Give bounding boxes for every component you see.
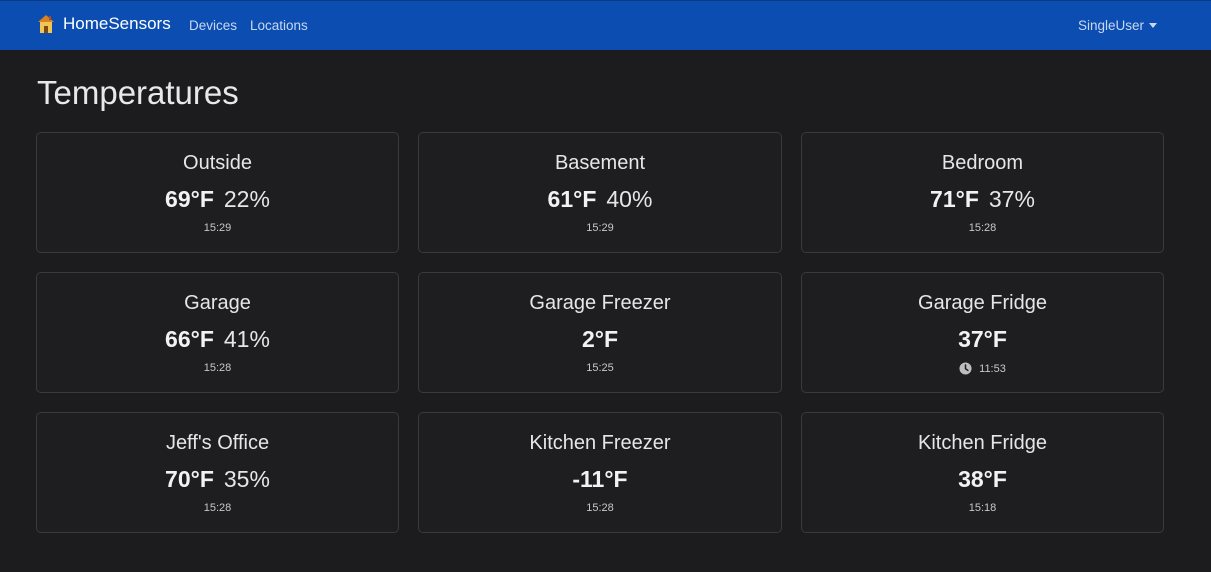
- user-menu-dropdown[interactable]: SingleUser: [1078, 18, 1157, 33]
- sensor-card-garage-freezer[interactable]: Garage Freezer 2°F 15:25: [418, 272, 782, 393]
- house-icon: [38, 15, 54, 33]
- page-title: Temperatures: [37, 74, 239, 111]
- temperature-value: -11°F: [572, 466, 628, 492]
- sensor-reading: 66°F 41%: [37, 325, 398, 353]
- last-updated-time: 15:28: [586, 502, 614, 514]
- sensor-card-outside[interactable]: Outside 69°F 22% 15:29: [36, 132, 399, 253]
- last-updated-time: 15:28: [204, 362, 232, 374]
- last-updated-time: 15:29: [204, 222, 232, 234]
- humidity-value: 22%: [223, 186, 270, 212]
- sensor-grid: Outside 69°F 22% 15:29 Basement 61°F 40% 1…: [36, 132, 1164, 533]
- humidity-value: 37%: [988, 186, 1035, 212]
- sensor-name: Outside: [183, 152, 252, 174]
- last-updated-time: 15:28: [969, 222, 997, 234]
- sensor-reading: 70°F 35%: [37, 465, 398, 493]
- sensor-name: Kitchen Fridge: [918, 432, 1047, 454]
- sensor-name: Garage Fridge: [918, 292, 1047, 314]
- temperature-value: 66°F: [165, 326, 214, 352]
- humidity-value: 35%: [223, 466, 270, 492]
- last-updated-time: 15:18: [969, 502, 997, 514]
- sensor-name: Basement: [554, 152, 646, 174]
- humidity-value: 40%: [606, 186, 653, 212]
- temperature-value: 71°F: [930, 186, 979, 212]
- temperature-value: 38°F: [958, 466, 1007, 492]
- sensor-reading: 2°F: [419, 325, 781, 353]
- sensor-name: Kitchen Freezer: [529, 432, 671, 454]
- brand-label: HomeSensors: [63, 14, 171, 33]
- sensor-name: Garage Freezer: [529, 292, 671, 314]
- temperature-value: 2°F: [581, 326, 619, 352]
- sensor-name: Bedroom: [941, 152, 1024, 174]
- brand-link[interactable]: HomeSensors: [37, 14, 171, 34]
- time-label: 15:18: [968, 502, 997, 514]
- sensor-name: Garage: [184, 292, 251, 314]
- nav-link-locations[interactable]: Locations: [250, 18, 308, 33]
- temperature-value: 70°F: [165, 466, 214, 492]
- time-label: 15:25: [586, 362, 614, 374]
- time-label: 15:28: [203, 502, 232, 514]
- user-menu-label: SingleUser: [1077, 18, 1144, 33]
- sensor-reading: 69°F 22%: [37, 185, 398, 213]
- sensor-reading: 38°F: [802, 465, 1163, 493]
- last-updated-time: 15:29: [586, 222, 614, 234]
- sensor-card-garage[interactable]: Garage 66°F 41% 15:28: [36, 272, 399, 393]
- sensor-reading: 37°F: [802, 325, 1163, 353]
- nav-link-devices[interactable]: Devices: [189, 18, 237, 33]
- time-label: 15:29: [203, 222, 232, 234]
- sensor-reading: 61°F 40%: [419, 185, 781, 213]
- time-label: 15:29: [586, 222, 614, 234]
- temperature-value: 37°F: [958, 326, 1007, 352]
- sensor-reading: -11°F: [419, 465, 781, 493]
- top-navbar: HomeSensors Devices Locations SingleUser: [0, 0, 1211, 50]
- last-updated-time: 11:53: [959, 362, 1006, 375]
- sensor-card-jeffs-office[interactable]: Jeff's Office 70°F 35% 15:28: [36, 412, 399, 533]
- temperature-value: 61°F: [547, 186, 597, 212]
- clock-icon: [959, 362, 972, 375]
- caret-down-icon: [1149, 23, 1157, 28]
- temperature-value: 69°F: [165, 186, 214, 212]
- sensor-card-kitchen-freezer[interactable]: Kitchen Freezer -11°F 15:28: [418, 412, 782, 533]
- sensor-card-kitchen-fridge[interactable]: Kitchen Fridge 38°F 15:18: [801, 412, 1164, 533]
- humidity-value: 41%: [223, 326, 270, 352]
- time-label: 11:53: [979, 362, 1006, 375]
- last-updated-time: 15:25: [586, 362, 614, 374]
- last-updated-time: 15:28: [204, 502, 232, 514]
- time-label: 15:28: [968, 222, 997, 234]
- sensor-card-basement[interactable]: Basement 61°F 40% 15:29: [418, 132, 782, 253]
- time-label: 15:28: [203, 362, 232, 374]
- time-label: 15:28: [586, 502, 614, 514]
- sensor-card-bedroom[interactable]: Bedroom 71°F 37% 15:28: [801, 132, 1164, 253]
- sensor-reading: 71°F 37%: [802, 185, 1163, 213]
- sensor-card-garage-fridge[interactable]: Garage Fridge 37°F 11:53: [801, 272, 1164, 393]
- sensor-name: Jeff's Office: [165, 432, 270, 454]
